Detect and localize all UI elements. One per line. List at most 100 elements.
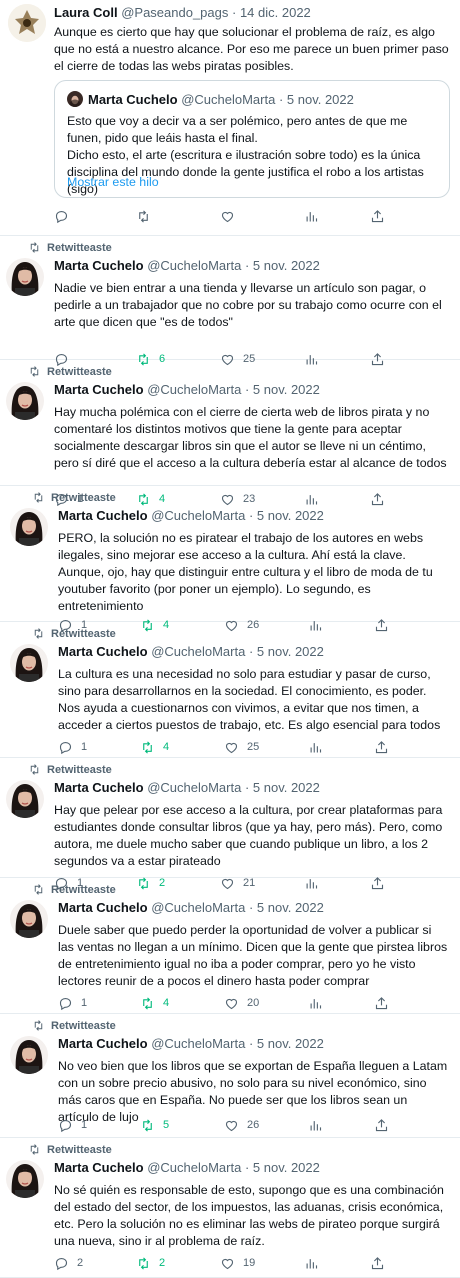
tweet-item[interactable]: Retwitteaste Marta Cuchelo @CucheloMarta …	[0, 1014, 460, 1138]
tweet-date[interactable]: · 5 nov. 2022	[249, 644, 324, 659]
reply-button[interactable]: 1	[58, 740, 87, 755]
author-name[interactable]: Marta Cuchelo	[58, 1036, 148, 1051]
author-name[interactable]: Laura Coll	[54, 5, 118, 20]
tweet-item[interactable]: Retwitteaste Marta Cuchelo @CucheloMarta …	[0, 878, 460, 1014]
avatar-marta-cuchelo[interactable]	[6, 258, 44, 296]
reply-button[interactable]: 2	[54, 1256, 83, 1271]
author-handle[interactable]: @CucheloMarta	[151, 644, 245, 659]
views-button[interactable]	[308, 996, 323, 1011]
author-name[interactable]: Marta Cuchelo	[54, 1160, 144, 1175]
share-button[interactable]	[370, 1256, 385, 1271]
tweet-date[interactable]: · 5 nov. 2022	[249, 1036, 324, 1051]
avatar-photo-icon	[10, 1036, 48, 1074]
tweet-date[interactable]: · 5 nov. 2022	[245, 258, 320, 273]
author-handle[interactable]: @CucheloMarta	[147, 780, 241, 795]
author-name[interactable]: Marta Cuchelo	[58, 900, 148, 915]
reply-button[interactable]	[54, 209, 69, 224]
share-button[interactable]	[374, 996, 389, 1011]
avatar-photo-icon	[10, 900, 48, 938]
tweet-item[interactable]: Retwitteaste Marta Cuchelo @CucheloMarta …	[0, 236, 460, 366]
tweet-date[interactable]: · 5 nov. 2022	[249, 900, 324, 915]
like-button[interactable]: 20	[224, 996, 259, 1011]
like-count: 25	[247, 741, 260, 753]
tweet-date[interactable]: · 5 nov. 2022	[249, 508, 324, 523]
share-icon	[371, 209, 384, 222]
avatar-photo-icon	[6, 258, 44, 296]
avatar-photo-icon	[10, 644, 48, 682]
tweet-date[interactable]: · 5 nov. 2022	[245, 780, 320, 795]
tweet-item[interactable]: Retwitteaste Marta Cuchelo @CucheloMarta …	[0, 622, 460, 758]
retweeted-indicator: Retwitteaste	[32, 491, 116, 504]
like-button[interactable]: 26	[224, 1118, 259, 1133]
retweet-button[interactable]: 4	[140, 740, 169, 755]
retweet-icon	[30, 1144, 39, 1155]
retweet-button[interactable]: 2	[136, 1256, 165, 1271]
author-name[interactable]: Marta Cuchelo	[58, 644, 148, 659]
avatar-marta-cuchelo[interactable]	[6, 780, 44, 818]
retweet-button[interactable]: 4	[140, 996, 169, 1011]
tweet-text: Duele saber que puedo perder la oportuni…	[58, 923, 448, 988]
avatar-marta-cuchelo[interactable]	[10, 644, 48, 682]
retweeted-label: Retwitteaste	[51, 1019, 116, 1032]
avatar-photo-icon	[6, 1160, 44, 1198]
share-button[interactable]	[374, 740, 389, 755]
bar-chart-icon	[310, 742, 322, 752]
tweet-laura-coll[interactable]: Laura Coll @Paseando_pags · 14 dic. 2022…	[0, 0, 460, 236]
tweet-date[interactable]: · 5 nov. 2022	[245, 1160, 320, 1175]
author-handle[interactable]: @Paseando_pags	[121, 5, 228, 20]
views-button[interactable]	[304, 1256, 319, 1271]
avatar-marta-cuchelo[interactable]	[6, 1160, 44, 1198]
author-handle[interactable]: @CucheloMarta	[151, 900, 245, 915]
retweeted-label: Retwitteaste	[47, 241, 112, 254]
avatar-marta-cuchelo[interactable]	[10, 508, 48, 546]
tweet-item[interactable]: Retwitteaste Marta Cuchelo @CucheloMarta …	[0, 1138, 460, 1278]
show-thread-link[interactable]: Mostrar este hilo	[67, 175, 159, 189]
retweet-button[interactable]	[136, 209, 151, 224]
avatar-marta-cuchelo[interactable]	[6, 382, 44, 420]
avatar-marta-cuchelo[interactable]	[10, 900, 48, 938]
avatar-illustration-icon	[8, 4, 46, 42]
views-button[interactable]	[304, 209, 319, 224]
avatar-photo-icon	[6, 780, 44, 818]
share-button[interactable]	[374, 1118, 389, 1133]
tweet-item[interactable]: Retwitteaste Marta Cuchelo @CucheloMarta …	[0, 486, 460, 632]
like-count: 19	[243, 1257, 256, 1269]
like-button[interactable]: 19	[220, 1256, 255, 1271]
tweet-item[interactable]: Retwitteaste Marta Cuchelo @CucheloMarta …	[0, 360, 460, 506]
author-name[interactable]: Marta Cuchelo	[54, 382, 144, 397]
author-handle[interactable]: @CucheloMarta	[147, 258, 241, 273]
views-button[interactable]	[308, 740, 323, 755]
reply-button[interactable]: 1	[58, 1118, 87, 1133]
tweet-item[interactable]: Retwitteaste Marta Cuchelo @CucheloMarta …	[0, 758, 460, 890]
like-button[interactable]: 25	[224, 740, 259, 755]
retweeted-label: Retwitteaste	[51, 491, 116, 504]
tweet-actions: 1 4 25	[58, 738, 450, 756]
tweet-date[interactable]: · 5 nov. 2022	[245, 382, 320, 397]
retweeted-indicator: Retwitteaste	[28, 763, 112, 776]
author-handle[interactable]: @CucheloMarta	[151, 508, 245, 523]
retweeted-indicator: Retwitteaste	[32, 627, 116, 640]
like-button[interactable]	[220, 209, 235, 224]
author-handle[interactable]: @CucheloMarta	[147, 1160, 241, 1175]
avatar-laura-coll[interactable]	[8, 4, 46, 42]
views-button[interactable]	[308, 1118, 323, 1133]
retweeted-indicator: Retwitteaste	[28, 241, 112, 254]
author-name[interactable]: Marta Cuchelo	[58, 508, 148, 523]
retweet-button[interactable]: 5	[140, 1118, 169, 1133]
tweet-date[interactable]: · 14 dic. 2022	[232, 5, 311, 20]
avatar-photo-icon	[10, 508, 48, 546]
retweet-icon	[34, 628, 43, 639]
quoted-avatar	[67, 91, 83, 107]
reply-button[interactable]: 1	[58, 996, 87, 1011]
quoted-tweet[interactable]: Marta Cuchelo @CucheloMarta · 5 nov. 202…	[54, 80, 450, 198]
author-handle[interactable]: @CucheloMarta	[147, 382, 241, 397]
retweet-icon	[143, 740, 152, 754]
retweet-icon	[139, 1256, 148, 1270]
retweeted-label: Retwitteaste	[47, 763, 112, 776]
author-name[interactable]: Marta Cuchelo	[54, 258, 144, 273]
avatar-marta-cuchelo[interactable]	[10, 1036, 48, 1074]
author-handle[interactable]: @CucheloMarta	[151, 1036, 245, 1051]
author-name[interactable]: Marta Cuchelo	[54, 780, 144, 795]
share-button[interactable]	[370, 209, 385, 224]
tweet-actions: 1 5 26	[58, 1116, 450, 1134]
